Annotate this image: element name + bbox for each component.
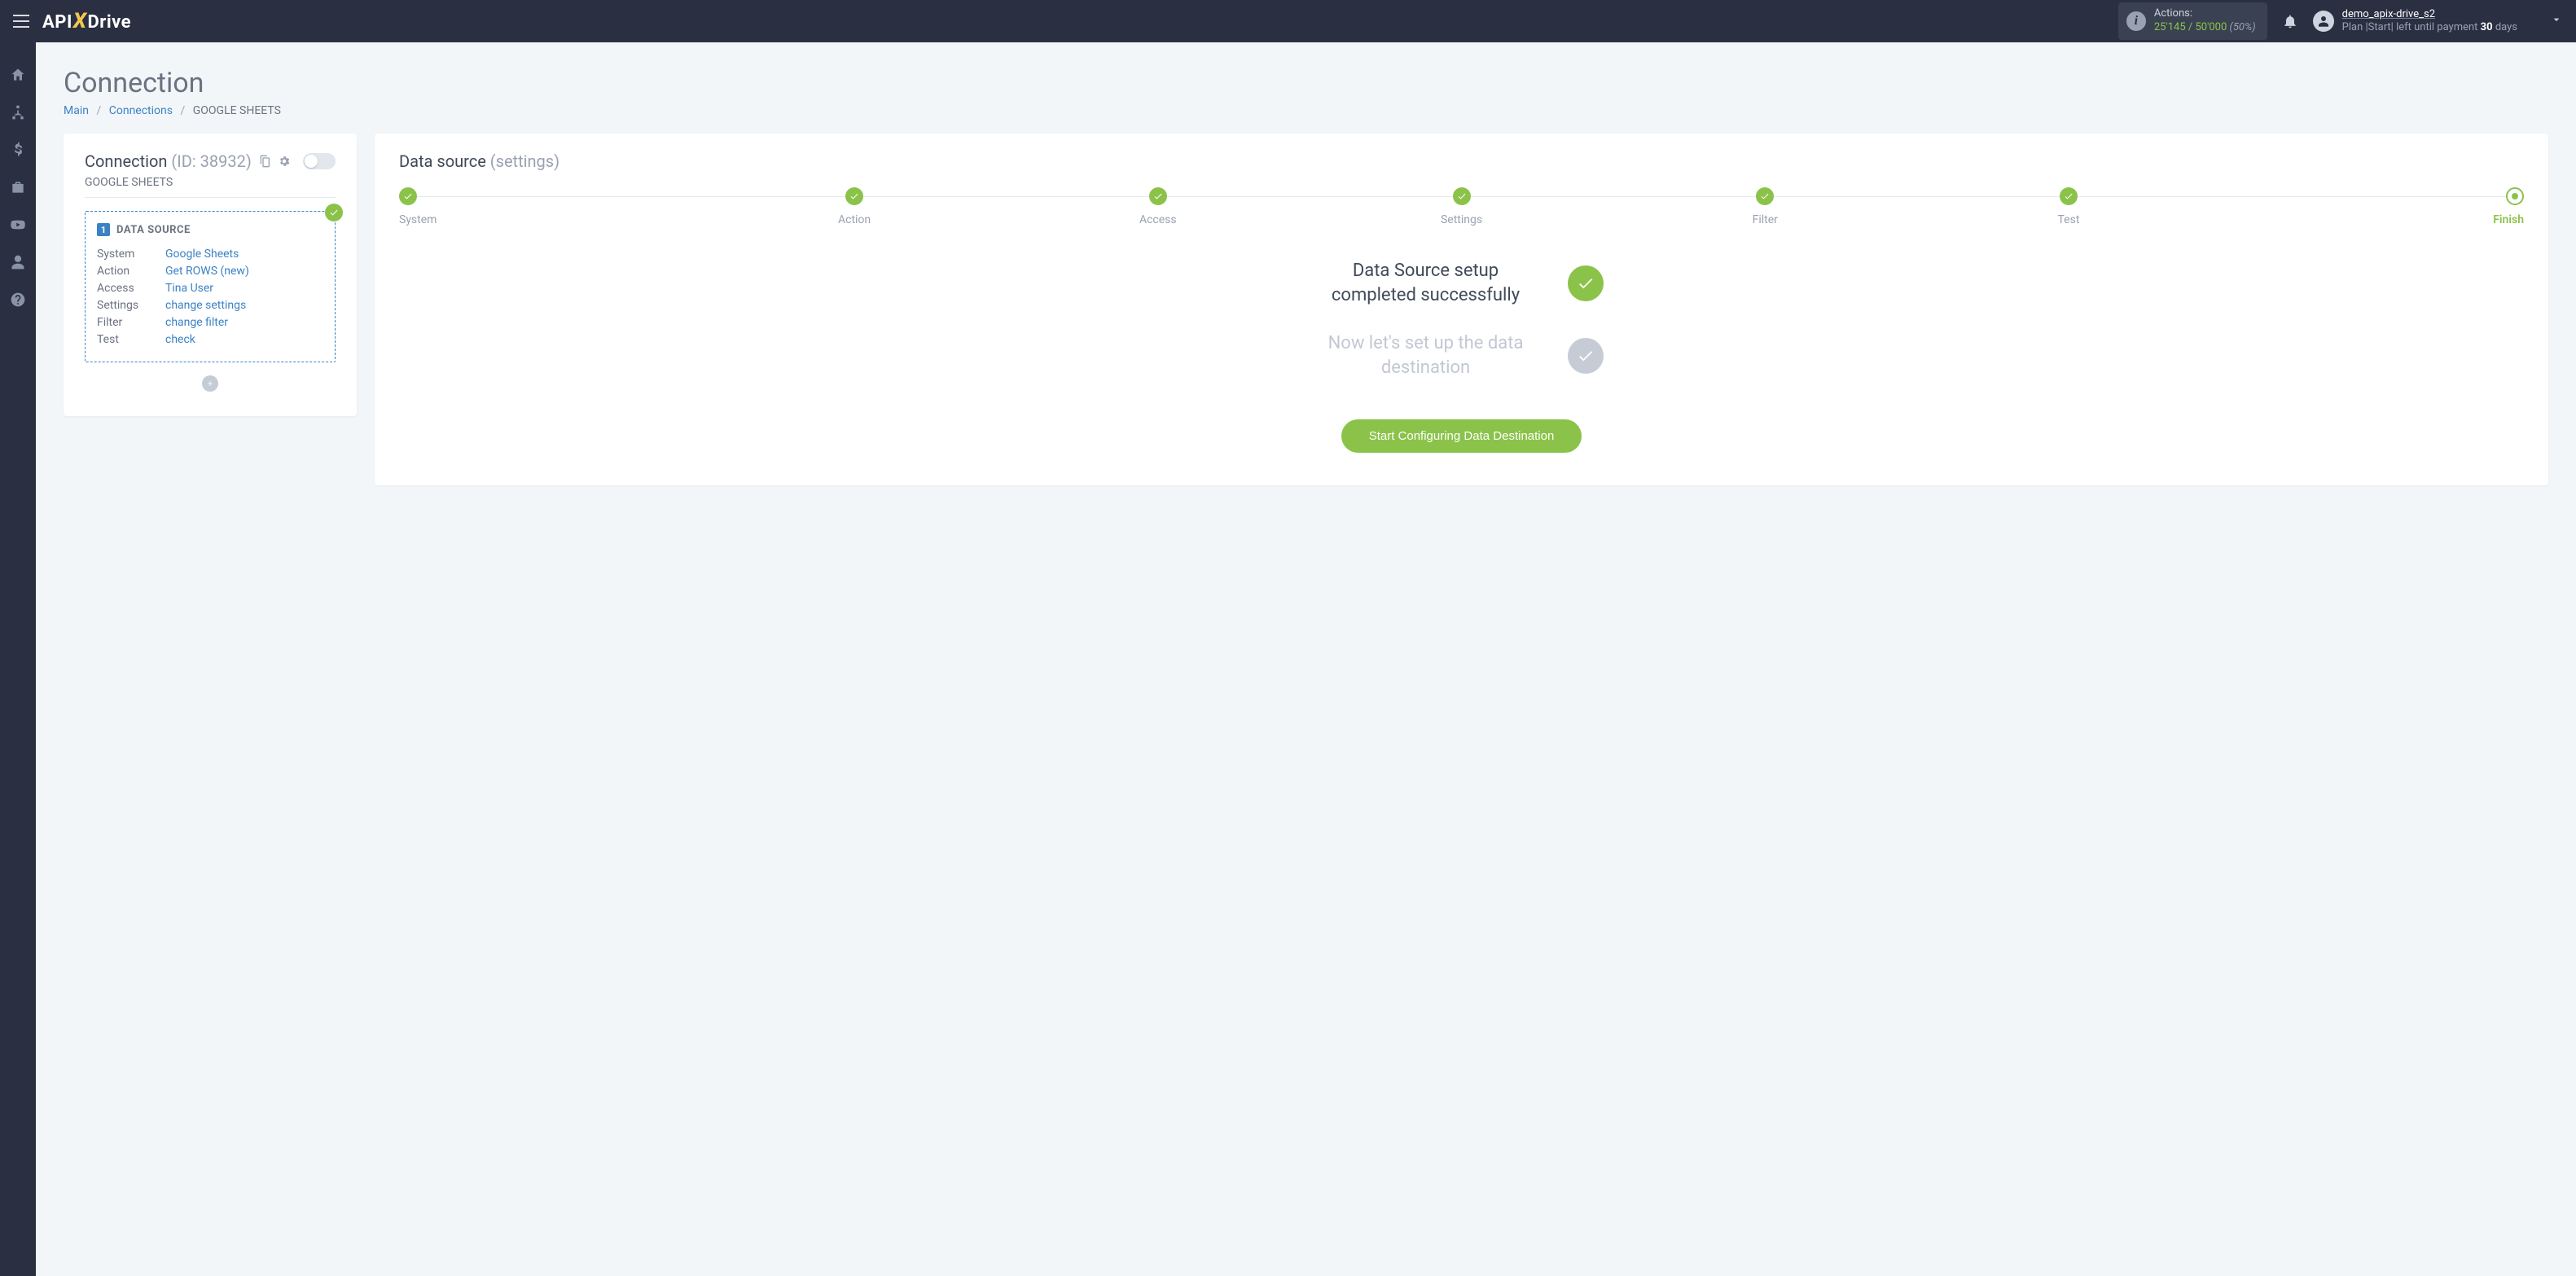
enable-toggle[interactable] — [303, 153, 336, 169]
data-source-box[interactable]: 1 DATA SOURCE SystemGoogle Sheets Action… — [85, 211, 336, 362]
menu-icon[interactable] — [13, 15, 29, 28]
data-source-label: DATA SOURCE — [116, 224, 191, 236]
breadcrumb-current: GOOGLE SHEETS — [193, 104, 281, 117]
account-icon[interactable] — [10, 254, 26, 270]
copy-icon[interactable] — [258, 155, 271, 168]
info-icon: i — [2126, 11, 2146, 31]
youtube-icon[interactable] — [10, 217, 26, 233]
actions-sep: / — [2186, 21, 2196, 33]
briefcase-icon[interactable] — [10, 179, 26, 195]
chevron-down-icon[interactable] — [2517, 13, 2563, 29]
stepper: System Action Access Settings Filter Tes… — [399, 187, 2524, 226]
status-success-text: Data Source setup completed successfully — [1320, 259, 1532, 307]
main-card: Data source (settings) System Action Acc… — [375, 134, 2548, 485]
ds-row-access: AccessTina User — [97, 280, 323, 297]
connection-title: Connection (ID: 38932) — [85, 151, 252, 171]
actions-pct: (50%) — [2230, 21, 2256, 33]
topbar: API X Drive i Actions: 25'145 / 50'000 (… — [0, 0, 2576, 42]
status-next-text: Now let's set up the data destination — [1320, 331, 1532, 379]
home-icon[interactable] — [10, 67, 26, 83]
content: Connection Main / Connections / GOOGLE S… — [36, 42, 2576, 1276]
connections-icon[interactable] — [10, 104, 26, 121]
actions-label: Actions: — [2154, 7, 2256, 21]
billing-icon[interactable] — [10, 142, 26, 158]
status-next: Now let's set up the data destination — [399, 331, 2524, 379]
sidebar — [0, 42, 36, 1276]
breadcrumb-connections[interactable]: Connections — [109, 104, 173, 117]
step-system[interactable]: System — [399, 187, 703, 226]
ds-row-filter: Filterchange filter — [97, 314, 323, 331]
ds-row-test: Testcheck — [97, 331, 323, 349]
check-muted-icon — [1568, 338, 1604, 374]
logo[interactable]: API X Drive — [42, 9, 131, 33]
step-finish[interactable]: Finish — [2220, 187, 2524, 226]
breadcrumb-main[interactable]: Main — [64, 104, 89, 117]
start-configuring-button[interactable]: Start Configuring Data Destination — [1341, 419, 1582, 453]
logo-drive: Drive — [87, 12, 131, 33]
actions-total: 50'000 — [2195, 21, 2227, 33]
step-access[interactable]: Access — [1006, 187, 1310, 226]
add-destination-button[interactable] — [202, 375, 218, 392]
ds-row-settings: Settingschange settings — [97, 297, 323, 314]
actions-text: Actions: 25'145 / 50'000 (50%) — [2154, 7, 2256, 35]
user-plan: Plan |Start| left until payment 30 days — [2342, 21, 2517, 34]
step-settings[interactable]: Settings — [1310, 187, 1613, 226]
bell-icon[interactable] — [2282, 13, 2298, 29]
data-source-number: 1 — [97, 223, 110, 236]
step-filter[interactable]: Filter — [1613, 187, 1917, 226]
check-ok-icon — [1568, 265, 1604, 301]
connection-subtitle: GOOGLE SHEETS — [85, 176, 336, 198]
page-title: Connection — [64, 67, 2548, 99]
main-title: Data source (settings) — [399, 151, 2524, 171]
logo-x: X — [73, 9, 87, 33]
connection-card: Connection (ID: 38932) GOOGLE SHEETS 1 D… — [64, 134, 357, 416]
logo-api: API — [42, 12, 72, 33]
user-name: demo_apix-drive_s2 — [2342, 8, 2517, 21]
step-test[interactable]: Test — [1917, 187, 2221, 226]
ds-row-action: ActionGet ROWS (new) — [97, 263, 323, 280]
actions-used: 25'145 — [2154, 21, 2186, 33]
avatar-icon — [2313, 11, 2334, 32]
ds-row-system: SystemGoogle Sheets — [97, 246, 323, 263]
step-action[interactable]: Action — [703, 187, 1007, 226]
actions-box[interactable]: i Actions: 25'145 / 50'000 (50%) — [2118, 2, 2267, 40]
help-icon[interactable] — [10, 292, 26, 308]
user-block[interactable]: demo_apix-drive_s2 Plan |Start| left unt… — [2313, 8, 2517, 35]
gear-icon[interactable] — [278, 155, 291, 168]
breadcrumb: Main / Connections / GOOGLE SHEETS — [64, 104, 2548, 117]
data-source-check-icon — [325, 204, 343, 221]
status-success: Data Source setup completed successfully — [399, 259, 2524, 307]
